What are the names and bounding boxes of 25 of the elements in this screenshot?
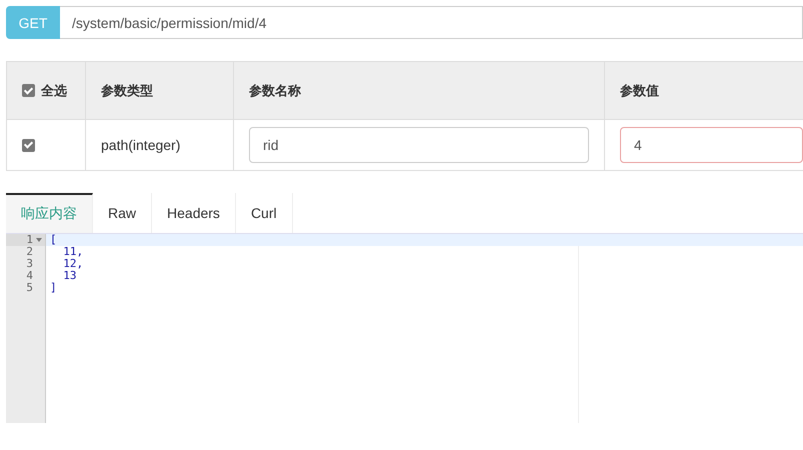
column-header: 参数类型 [101,82,153,100]
select-all-label: 全选 [41,82,67,100]
line-number: 5 [26,282,33,294]
param-type: path(integer) [101,137,180,153]
column-header: 参数名称 [249,82,301,100]
line-number: 4 [26,270,33,282]
param-value-field[interactable]: 4 [620,127,803,163]
fold-icon[interactable] [35,238,43,242]
code-line: [ [50,233,57,246]
line-number: 3 [26,258,33,270]
tab[interactable]: Raw [93,193,152,233]
tab[interactable]: Curl [236,193,293,233]
param-name-field[interactable]: rid [249,127,589,163]
code-line: 11, [62,245,84,258]
code-line: 13 [62,269,76,282]
line-number: 2 [26,246,33,258]
tab[interactable]: Headers [152,193,236,233]
checkbox[interactable] [22,138,35,152]
url-field[interactable]: /system/basic/permission/mid/4 [60,6,803,39]
checkbox[interactable] [22,84,35,97]
code-line: ] [50,281,57,294]
line-number: 1 [26,234,33,246]
code-line: 12, [62,257,84,270]
column-header: 参数值 [620,82,659,100]
method-badge: GET [6,6,60,39]
